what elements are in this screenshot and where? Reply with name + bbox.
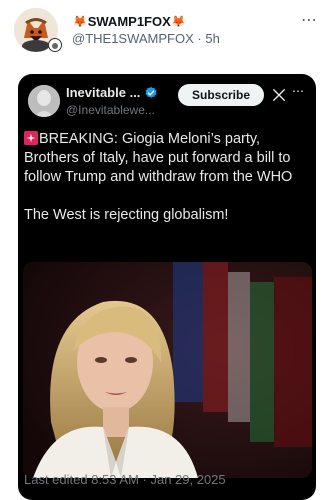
tweet-photo[interactable]: [23, 262, 312, 478]
quoted-avatar[interactable]: [28, 85, 60, 117]
fox-emoji-icon: 🦊: [171, 16, 186, 28]
tweet-second-paragraph: The West is rejecting globalism!: [24, 207, 229, 223]
quoted-more-options-icon[interactable]: ⋯: [292, 84, 305, 98]
statue-avatar-image: [28, 85, 60, 117]
separator-dot: ·: [197, 31, 202, 46]
quoted-name-row[interactable]: Inevitable ...: [66, 85, 158, 100]
quoted-handle[interactable]: @Inevitablewe...: [66, 103, 155, 117]
x-logo-icon: [273, 89, 285, 101]
author-handle-row: @THE1SWAMPFOX · 5h: [72, 31, 220, 46]
tweet-breaking-text: BREAKING: Giogia Meloni’s party, Brother…: [24, 131, 293, 185]
quoted-display-name[interactable]: Inevitable ...: [66, 85, 140, 100]
more-options-icon[interactable]: ⋯: [301, 10, 318, 30]
verified-badge-icon: [145, 86, 157, 98]
politician-photo-image: [23, 262, 312, 478]
post-timestamp[interactable]: 5h: [205, 31, 219, 46]
subscribe-button[interactable]: Subscribe: [178, 84, 264, 106]
author-name-row[interactable]: 🦊 SWAMP1FOX 🦊: [72, 14, 186, 29]
author-handle[interactable]: @THE1SWAMPFOX: [72, 31, 194, 46]
last-edited-timestamp[interactable]: Last edited 8:53 AM · Jan 29, 2025: [24, 472, 226, 487]
quoted-post-card[interactable]: Inevitable ... @Inevitablewe... Subscrib…: [18, 74, 316, 500]
affiliate-badge-icon: [48, 38, 62, 52]
quoted-post-text: BREAKING: Giogia Meloni’s party, Brother…: [24, 130, 314, 225]
author-display-name[interactable]: SWAMP1FOX: [88, 14, 171, 29]
fox-emoji-icon: 🦊: [73, 16, 87, 28]
siren-emoji-icon: [24, 131, 38, 145]
